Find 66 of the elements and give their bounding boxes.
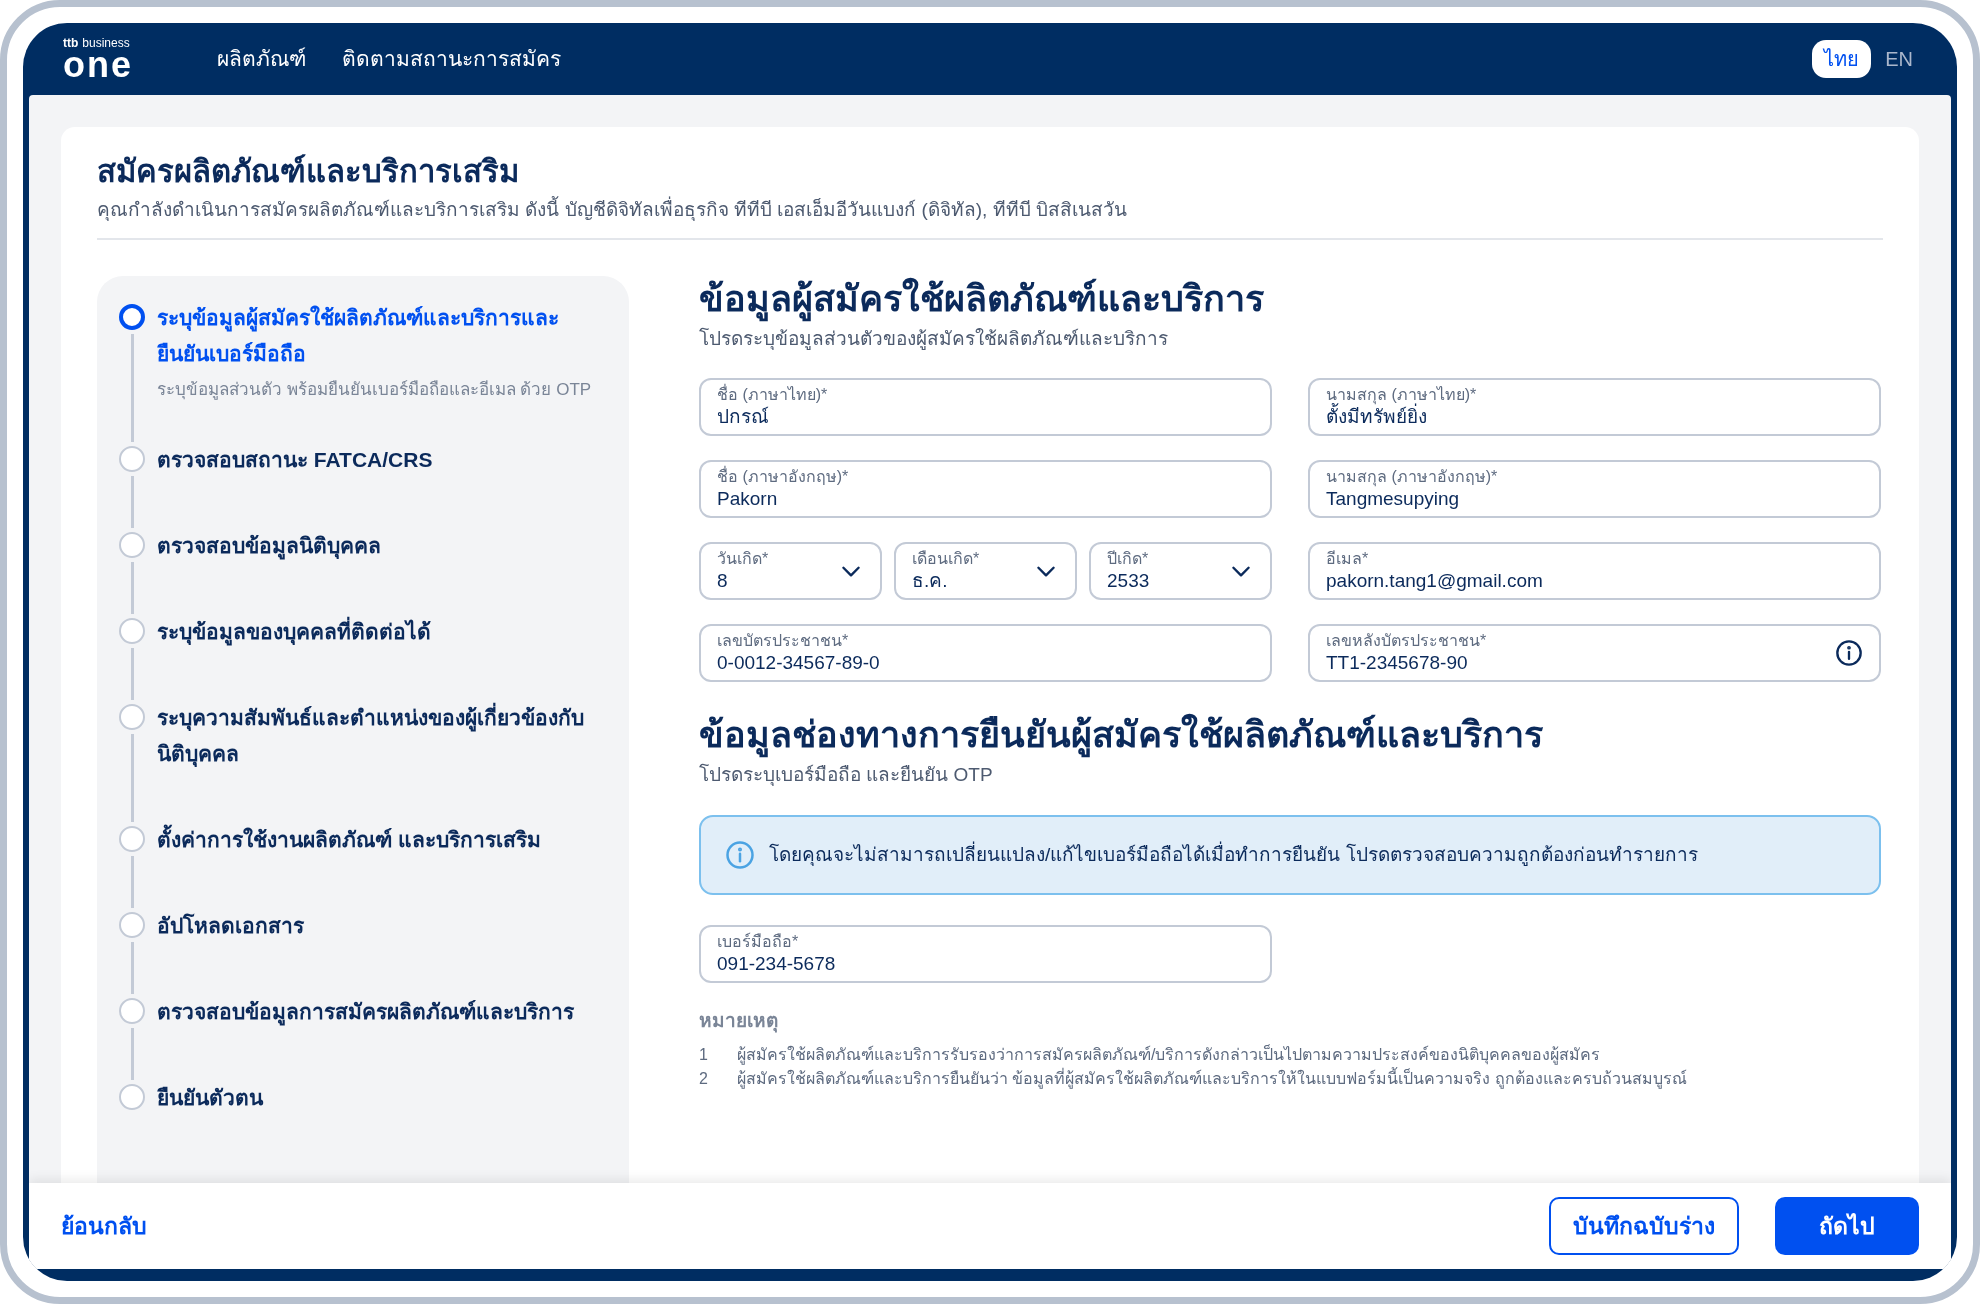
step-label[interactable]: ตั้งค่าการใช้งานผลิตภัณฑ์ และบริการเสริม bbox=[157, 822, 541, 859]
input-field[interactable]: เบอร์มือถือ* 091-234-5678 bbox=[699, 925, 1272, 984]
input-field[interactable]: เลขหลังบัตรประชาชน* TT1-2345678-90 bbox=[1308, 623, 1881, 682]
step-label[interactable]: ตรวจสอบสถานะ FATCA/CRS bbox=[157, 442, 433, 479]
field-label: เบอร์มือถือ* bbox=[717, 932, 800, 953]
language-toggle[interactable]: EN bbox=[1881, 40, 1917, 78]
input-field[interactable]: ชื่อ (ภาษาอังกฤษ)* Pakorn bbox=[699, 459, 1272, 518]
input-field[interactable]: นามสกุล (ภาษาไทย)* ตั้งมีทรัพย์ยิ่ง bbox=[1308, 377, 1881, 436]
step-label[interactable]: ตรวจสอบข้อมูลการสมัครผลิตภัณฑ์และบริการ bbox=[157, 994, 574, 1031]
note-number: 2 bbox=[699, 1068, 709, 1089]
step-label[interactable]: ระบุข้อมูลของบุคคลที่ติดต่อได้ bbox=[157, 614, 431, 651]
section-title: ข้อมูลผู้สมัครใช้ผลิตภัณฑ์และบริการ bbox=[699, 276, 1265, 322]
field-value: Pakorn bbox=[717, 486, 779, 511]
field-value: pakorn.tang1@gmail.com bbox=[1326, 568, 1544, 593]
info-icon bbox=[1835, 638, 1863, 667]
step-label[interactable]: ตรวจสอบข้อมูลนิติบุคคล bbox=[157, 528, 381, 565]
back-link[interactable]: ย้อนกลับ bbox=[61, 1208, 147, 1244]
input-field[interactable]: นามสกุล (ภาษาอังกฤษ)* Tangmesupying bbox=[1308, 459, 1881, 518]
step-label[interactable]: อัปโหลดเอกสาร bbox=[157, 908, 304, 945]
field-value: 0-0012-34567-89-0 bbox=[717, 650, 881, 675]
step-label[interactable]: ระบุข้อมูลผู้สมัครใช้ผลิตภัณฑ์และบริการและยืนยันเบอร์มือถือ bbox=[157, 300, 597, 373]
language-toggle[interactable]: ไทย bbox=[1812, 40, 1872, 78]
save-draft-button[interactable]: บันทึกฉบับร่าง bbox=[1549, 1197, 1739, 1255]
field-label: อีเมล* bbox=[1326, 548, 1370, 569]
alert-text: โดยคุณจะไม่สามารถเปลี่ยนแปลง/แก้ไขเบอร์มือถือได้เมื่อทำการยืนยัน โปรดตรวจสอบความถูกต้องก่อนทำรายการ bbox=[769, 841, 1698, 870]
notes-title: หมายเหตุ bbox=[699, 1009, 779, 1035]
logo-brand: ttb bbox=[63, 37, 79, 49]
select-field[interactable]: วันเกิด* 8 bbox=[699, 541, 882, 600]
field-value: 8 bbox=[717, 568, 729, 593]
field-value: 2533 bbox=[1107, 568, 1151, 593]
page-title: สมัครผลิตภัณฑ์และบริการเสริม bbox=[97, 153, 520, 191]
field-label: ปีเกิด* bbox=[1107, 548, 1150, 569]
field-value: ปกรณ์ bbox=[717, 404, 770, 429]
step-description: ระบุข้อมูลส่วนตัว พร้อมยืนยันเบอร์มือถือและอีเมล ด้วย OTP bbox=[157, 379, 593, 402]
field-value: 091-234-5678 bbox=[717, 952, 837, 977]
field-label: ชื่อ (ภาษาอังกฤษ)* bbox=[717, 466, 850, 487]
info-icon bbox=[725, 840, 755, 871]
field-label: ชื่อ (ภาษาไทย)* bbox=[717, 384, 829, 405]
nav-link[interactable]: ติดตามสถานะการสมัคร bbox=[342, 43, 561, 75]
note-number: 1 bbox=[699, 1044, 709, 1065]
logo-wordmark: one bbox=[63, 49, 133, 81]
note-text: ผู้สมัครใช้ผลิตภัณฑ์และบริการรับรองว่าการสมัครผลิตภัณฑ์/บริการดังกล่าวเป็นไปตามความประสงค์ของนิติบุคคลของผู้สมัคร bbox=[737, 1043, 1601, 1066]
field-label: เดือนเกิด* bbox=[912, 548, 981, 569]
field-value: ธ.ค. bbox=[912, 568, 949, 593]
input-field[interactable]: เลขบัตรประชาชน* 0-0012-34567-89-0 bbox=[699, 623, 1272, 682]
field-label: นามสกุล (ภาษาอังกฤษ)* bbox=[1326, 466, 1499, 487]
section-subtitle: โปรดระบุเบอร์มือถือ และยืนยัน OTP bbox=[699, 762, 994, 788]
select-field[interactable]: ปีเกิด* 2533 bbox=[1089, 541, 1272, 600]
input-field[interactable]: ชื่อ (ภาษาไทย)* ปกรณ์ bbox=[699, 377, 1272, 436]
field-label: เลขหลังบัตรประชาชน* bbox=[1326, 630, 1488, 651]
logo-suffix: business bbox=[82, 37, 130, 49]
field-label: เลขบัตรประชาชน* bbox=[717, 630, 850, 651]
field-label: วันเกิด* bbox=[717, 548, 770, 569]
nav-link[interactable]: ผลิตภัณฑ์ bbox=[217, 43, 306, 75]
step-label[interactable]: ยืนยันตัวตน bbox=[157, 1080, 263, 1117]
select-field[interactable]: เดือนเกิด* ธ.ค. bbox=[894, 541, 1077, 600]
field-value: TT1-2345678-90 bbox=[1326, 650, 1469, 675]
next-button[interactable]: ถัดไป bbox=[1775, 1197, 1919, 1255]
field-value: Tangmesupying bbox=[1326, 487, 1461, 511]
section-subtitle: โปรดระบุข้อมูลส่วนตัวของผู้สมัครใช้ผลิตภัณฑ์และบริการ bbox=[699, 326, 1169, 352]
note-text: ผู้สมัครใช้ผลิตภัณฑ์และบริการยืนยันว่า ข้อมูลที่ผู้สมัครใช้ผลิตภัณฑ์และบริการให้ในแบบฟอร์มนี้เป็นความจริง ถูกต้องและครบถ้วนสมบูรณ์ bbox=[737, 1067, 1687, 1090]
field-value: ตั้งมีทรัพย์ยิ่ง bbox=[1326, 404, 1428, 429]
step-label[interactable]: ระบุความสัมพันธ์และตำแหน่งของผู้เกี่ยวข้องกับนิติบุคคล bbox=[157, 700, 607, 773]
section-title: ข้อมูลช่องทางการยืนยันผู้สมัครใช้ผลิตภัณฑ์และบริการ bbox=[699, 711, 1881, 757]
page-subtitle: คุณกำลังดำเนินการสมัครผลิตภัณฑ์และบริการเสริม ดังนี้ บัญชีดิจิทัลเพื่อธุรกิจ ทีทีบี เอสเอ็มอีวันแบงก์ (ดิจิทัล), ทีทีบี บิสสิเนสวัน bbox=[97, 195, 1128, 223]
input-field[interactable]: อีเมล* pakorn.tang1@gmail.com bbox=[1308, 541, 1881, 600]
